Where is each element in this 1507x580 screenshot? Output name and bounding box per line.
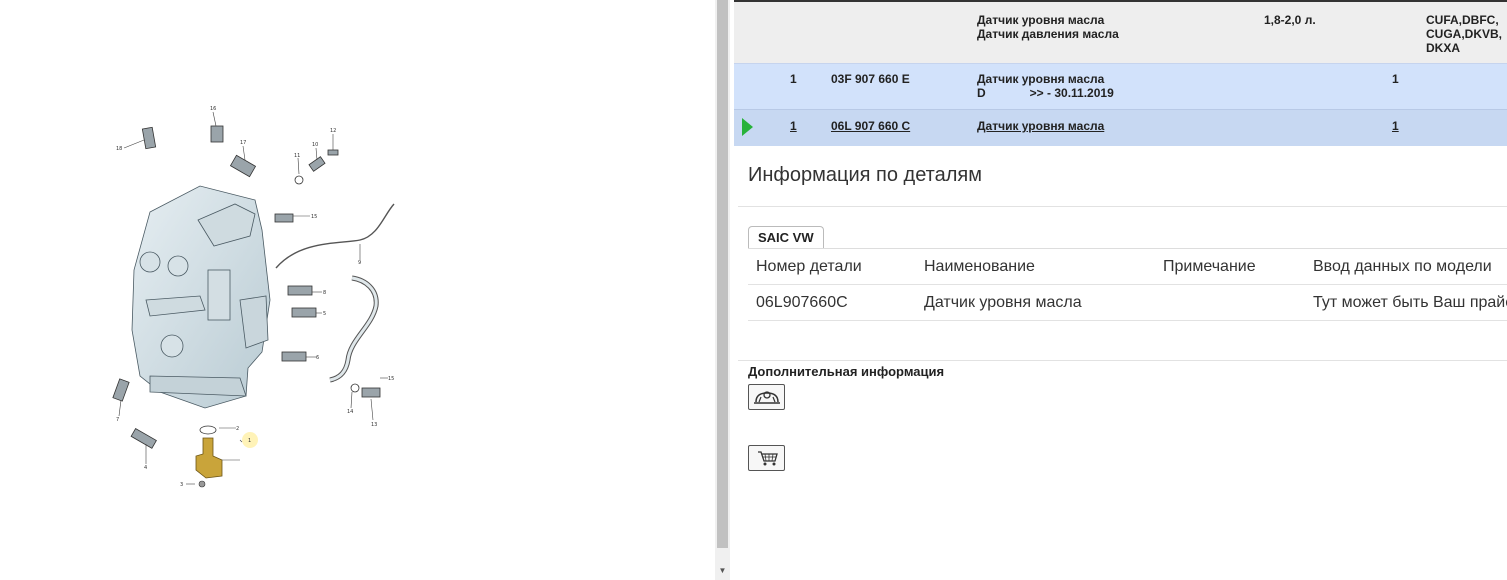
dealer-icon — [754, 391, 780, 404]
callout-9: 9 — [358, 260, 361, 266]
part-info-title: Информация по деталям — [748, 164, 982, 186]
header-name: Наименование — [924, 258, 1035, 275]
dealer-button[interactable] — [748, 384, 785, 410]
callout-1: 1 — [248, 438, 251, 444]
cell-model-data: Тут может быть Ваш прайс — [1313, 294, 1507, 311]
part-qty: 1 — [790, 72, 797, 86]
add-to-cart-button[interactable] — [748, 445, 785, 471]
part-name-secondary: Датчик давления масла — [977, 27, 1119, 41]
part-number[interactable]: 03F 907 660 E — [831, 72, 910, 86]
table-row-selected[interactable]: 1 06L 907 660 C Датчик уровня масла 1 — [734, 109, 1507, 146]
part-name-link[interactable]: Датчик уровня масла — [977, 119, 1104, 133]
callout-10: 10 — [312, 142, 318, 148]
divider — [738, 206, 1507, 207]
callout-5: 5 — [323, 311, 326, 317]
divider — [738, 360, 1507, 361]
diagram-panel: 16 18 17 11 10 12 15 9 8 5 6 7 4 1 3 2 1… — [0, 0, 715, 580]
engine-codes-line1: CUFA,DBFC, — [1426, 13, 1499, 27]
part-count: 1 — [1392, 72, 1399, 86]
header-note: Примечание — [1163, 258, 1256, 275]
additional-info-title: Дополнительная информация — [748, 364, 945, 379]
callout-2: 2 — [236, 426, 239, 432]
callout-3: 3 — [180, 482, 183, 488]
callout-16: 16 — [210, 106, 216, 112]
part-name: Датчик уровня масла — [977, 72, 1105, 86]
vertical-scrollbar[interactable]: ▼ — [715, 0, 730, 580]
header-model-data: Ввод данных по модели — [1313, 258, 1492, 275]
callout-15: 15 — [311, 214, 317, 220]
callout-13: 13 — [371, 422, 377, 428]
part-note-prefix: D — [977, 86, 986, 100]
part-info-table: Номер детали Наименование Примечание Вво… — [748, 248, 1507, 321]
callout-14: 14 — [347, 409, 353, 415]
callout-17: 17 — [240, 140, 246, 146]
selected-row-play-icon — [742, 118, 753, 136]
part-qty-link[interactable]: 1 — [790, 119, 797, 133]
engine-codes-line2: CUGA,DKVB, — [1426, 27, 1503, 41]
tab-saic-vw[interactable]: SAIC VW — [748, 226, 824, 248]
part-count-link[interactable]: 1 — [1392, 119, 1399, 133]
engine-block — [131, 185, 271, 409]
engine-codes-line3: DKXA — [1426, 41, 1461, 55]
table-row[interactable]: 06L907660C Датчик уровня масла Тут может… — [748, 285, 1507, 321]
parts-panel: Датчик уровня масла Датчик давления масл… — [734, 0, 1507, 580]
part-number-link[interactable]: 06L 907 660 C — [831, 119, 910, 133]
cell-part-number: 06L907660C — [756, 294, 848, 311]
callout-12: 12 — [330, 128, 336, 134]
cart-icon — [758, 451, 778, 466]
scrollbar-thumb[interactable] — [717, 0, 728, 548]
callout-8: 8 — [323, 290, 326, 296]
table-row[interactable]: Датчик уровня масла Датчик давления масл… — [734, 0, 1507, 63]
callout-4: 4 — [144, 465, 147, 471]
callout-18: 18 — [116, 146, 122, 152]
part-date-range: >> - 30.11.2019 — [1029, 86, 1114, 100]
header-part-number: Номер детали — [756, 258, 862, 275]
scroll-down-arrow-icon[interactable]: ▼ — [715, 563, 730, 578]
table-row[interactable]: 1 03F 907 660 E Датчик уровня масла D >> … — [734, 63, 1507, 109]
table-header-row: Номер детали Наименование Примечание Вво… — [748, 249, 1507, 285]
callout-15b: 15 — [388, 376, 394, 382]
engine-volume: 1,8-2,0 л. — [1264, 13, 1316, 27]
engine-diagram[interactable]: 16 18 17 11 10 12 15 9 8 5 6 7 4 1 3 2 1… — [0, 0, 715, 580]
callout-6: 6 — [316, 355, 319, 361]
callout-7: 7 — [116, 417, 119, 423]
part-name: Датчик уровня масла — [977, 13, 1105, 27]
callout-11: 11 — [294, 153, 300, 159]
parts-table: Датчик уровня масла Датчик давления масл… — [734, 0, 1507, 146]
cell-name: Датчик уровня масла — [924, 294, 1082, 311]
